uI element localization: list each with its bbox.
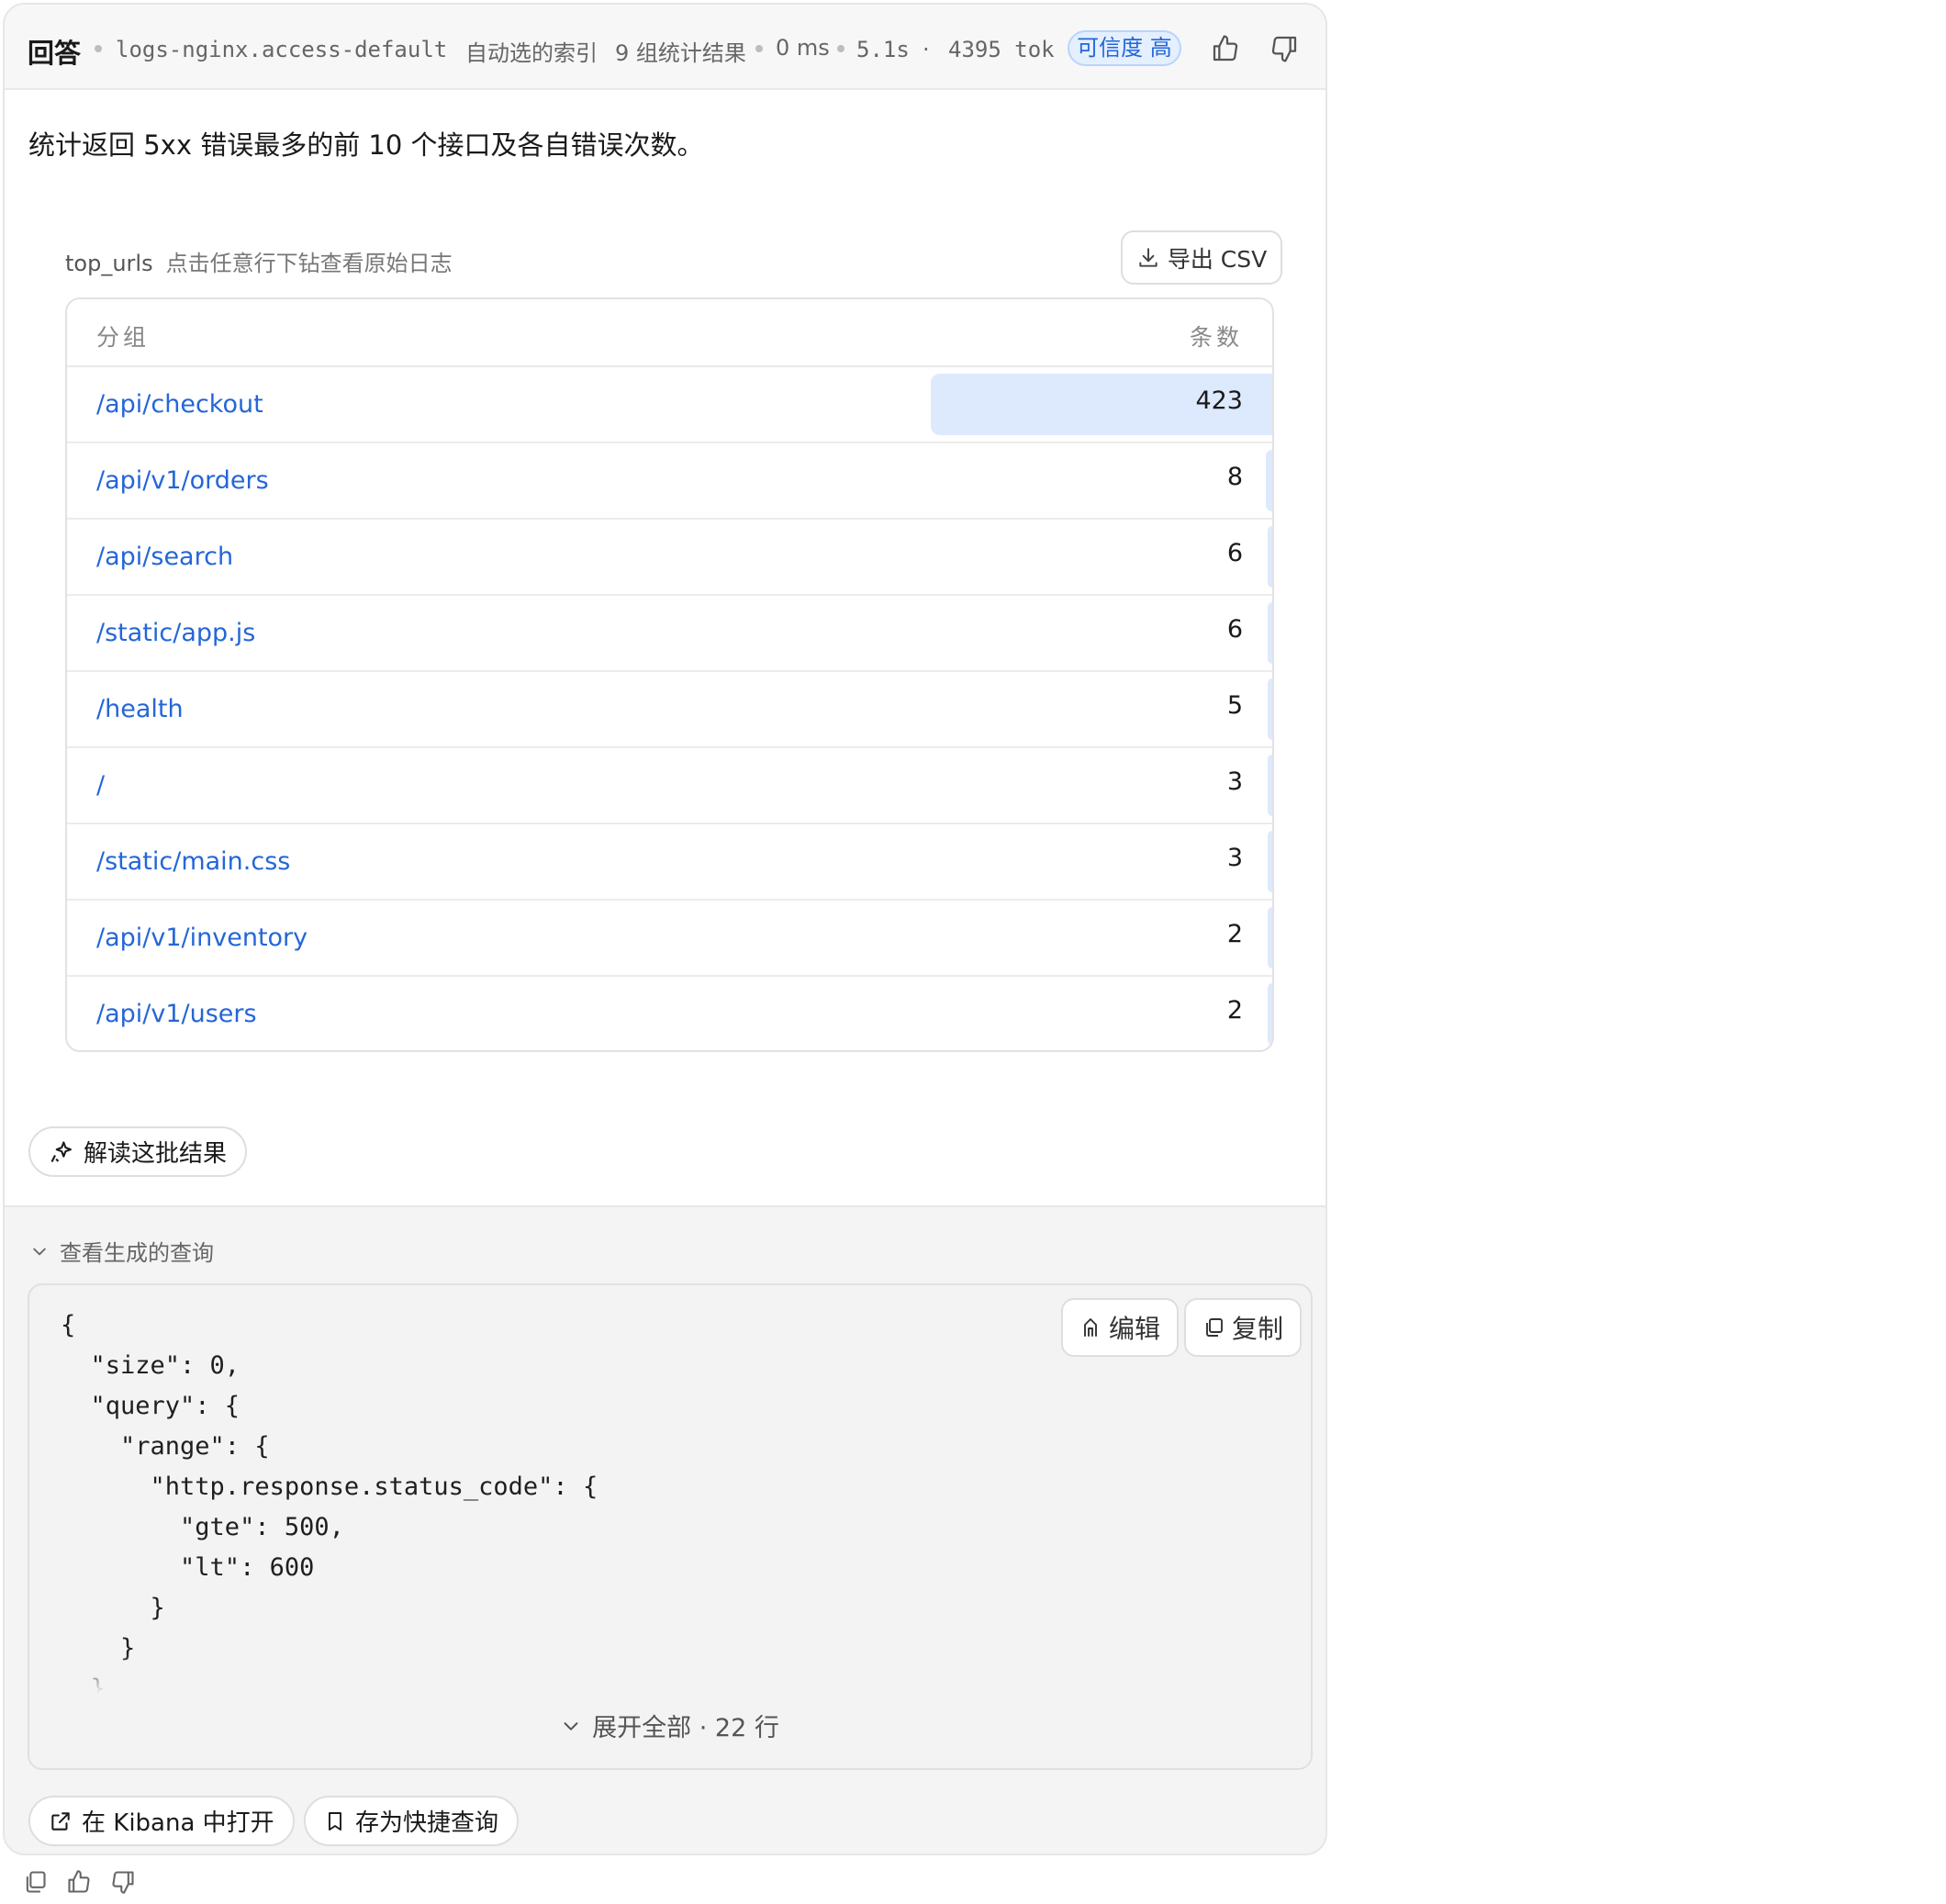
row-count: 2 [1226,920,1243,948]
table-row[interactable]: /health 5 [67,672,1272,748]
user-question: 统计返回 5xx 错误最多的前 10 个接口及各自错误次数。 [28,129,704,161]
bookmark-icon [329,1811,341,1831]
toggle-query-view[interactable]: 查看生成的查询 [30,1235,214,1267]
row-group-label[interactable]: /api/v1/orders [96,466,269,495]
table-name: top_urls [65,251,153,276]
copy-query-button[interactable]: 复制 [1184,1298,1302,1357]
table-row[interactable]: /3 [67,748,1272,824]
table-row[interactable]: /api/v1/inventory 2 [67,901,1272,977]
index-name: logs-nginx.access-default [116,37,448,62]
separator-dot [755,45,763,52]
message-actions [22,1869,136,1895]
copy-icon[interactable] [22,1869,48,1895]
export-csv-button[interactable]: 导出 CSV [1121,230,1282,285]
thumbs-up-icon[interactable] [66,1869,92,1895]
row-group-label[interactable]: /api/checkout [96,390,263,419]
count-bar [1268,755,1272,816]
query-time: 0 ms [776,35,830,61]
count-bar [1267,602,1272,664]
toggle-query-label: 查看生成的查询 [60,1240,214,1266]
table-row[interactable]: /api/v1/orders 8 [67,443,1272,520]
count-bar [1268,831,1272,892]
index-note: 自动选的索引 [465,40,598,66]
row-group-label[interactable]: /health [96,695,184,723]
results-table: 分组 条数 /api/checkout 423/api/v1/orders 8/ap… [65,297,1274,1052]
row-count: 8 [1226,463,1243,491]
table-header: 分组 条数 [67,299,1272,367]
table-row[interactable]: /api/checkout 423 [67,367,1272,443]
separator-dot [837,45,844,52]
row-group-label[interactable]: /static/app.js [96,619,255,647]
count-bar [1268,907,1272,969]
table-row[interactable]: /api/search 6 [67,520,1272,596]
count-bar [1267,526,1272,588]
column-header-group: 分组 [96,324,151,351]
separator-dot [95,45,102,52]
expand-all-label: 展开全部 · 22 行 [592,1714,779,1742]
row-group-label[interactable]: /api/search [96,543,233,571]
save-quick-query-button[interactable]: 存为快捷查询 [304,1796,520,1846]
download-icon [1139,247,1158,267]
duration: 5.1s [856,37,910,62]
row-group-label[interactable]: /static/main.css [96,847,290,876]
row-count: 5 [1226,691,1243,720]
answer-title: 回答 [28,38,82,69]
row-count: 6 [1226,539,1243,567]
group-count: 9 组统计结果 [615,40,746,66]
save-quick-query-label: 存为快捷查询 [355,1809,499,1837]
interpret-results-button[interactable]: 解读这批结果 [28,1126,248,1177]
answer-header: 回答 logs-nginx.access-default 自动选的索引 9 组统… [5,5,1325,90]
copy-query-label: 复制 [1231,1314,1283,1344]
expand-all-button[interactable]: 展开全部 · 22 行 [29,1708,1311,1743]
row-count: 2 [1226,996,1243,1025]
separator-middot: · [923,37,930,62]
row-count: 3 [1226,767,1243,796]
table-hint: 点击任意行下钻查看原始日志 [165,251,453,276]
row-count: 3 [1226,844,1243,872]
count-bar [1268,983,1272,1045]
table-caption: top_urls 点击任意行下钻查看原始日志 [65,245,453,277]
edit-icon [1084,1318,1097,1337]
thumbs-down-icon[interactable] [1269,34,1299,63]
answer-card: 回答 logs-nginx.access-default 自动选的索引 9 组统… [3,3,1327,1855]
external-link-icon [51,1811,70,1831]
query-code: { "size": 0, "query": { "range": { "http… [61,1311,598,1703]
thumbs-down-icon[interactable] [110,1869,136,1895]
sparkle-icon [50,1140,72,1162]
open-in-kibana-button[interactable]: 在 Kibana 中打开 [28,1796,295,1846]
row-group-label[interactable]: / [96,771,105,800]
column-header-count: 条数 [1189,324,1243,351]
confidence-badge: 可信度 高 [1068,30,1181,66]
row-count: 6 [1226,615,1243,644]
table-row[interactable]: /static/app.js 6 [67,596,1272,672]
edit-query-label: 编辑 [1108,1314,1160,1344]
edit-query-button[interactable]: 编辑 [1061,1298,1179,1357]
thumbs-up-icon[interactable] [1211,34,1240,63]
row-group-label[interactable]: /api/v1/inventory [96,924,308,952]
chevron-down-icon [564,1721,578,1730]
open-in-kibana-label: 在 Kibana 中打开 [82,1809,274,1837]
query-code-block: { "size": 0, "query": { "range": { "http… [28,1283,1313,1770]
count-bar [1265,450,1272,511]
export-csv-label: 导出 CSV [1167,245,1268,273]
token-count: 4395 tok [948,37,1055,62]
row-count: 423 [1195,386,1243,415]
interpret-results-label: 解读这批结果 [84,1140,228,1168]
chevron-down-icon [33,1248,46,1255]
copy-icon [1206,1318,1223,1337]
table-row[interactable]: /static/main.css 3 [67,824,1272,901]
count-bar [1268,678,1272,740]
row-group-label[interactable]: /api/v1/users [96,1000,257,1028]
table-row[interactable]: /api/v1/users 2 [67,977,1272,1050]
